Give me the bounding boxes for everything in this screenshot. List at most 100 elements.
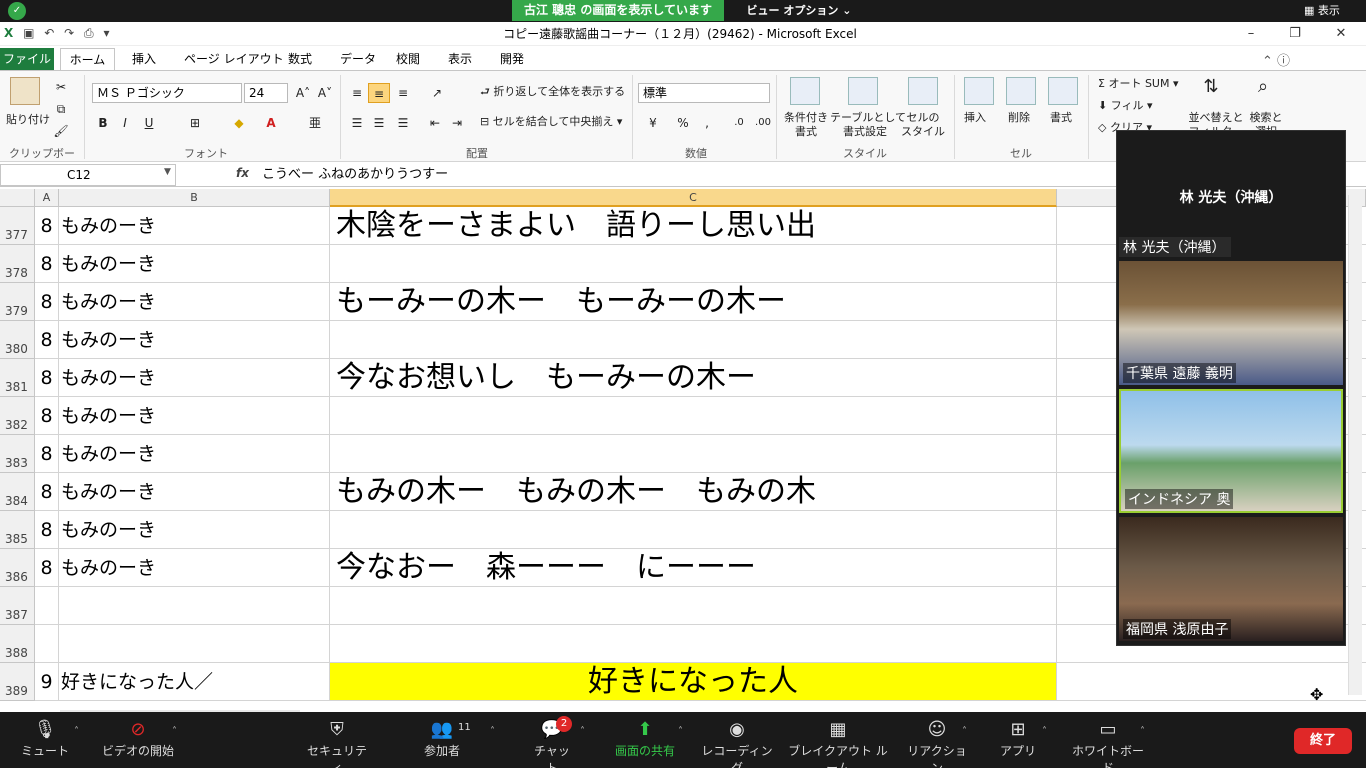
cell-b[interactable]: もみのーき [59, 245, 330, 283]
binoculars-icon[interactable]: ⌕ [1252, 77, 1274, 97]
bold-icon[interactable]: B [92, 113, 114, 133]
tab-developer[interactable]: 開発 [492, 48, 532, 70]
sort-filter-icon[interactable]: ⇅ [1200, 77, 1222, 97]
copy-icon[interactable]: ⧉ [50, 99, 72, 119]
cell-a[interactable]: 9 [35, 663, 59, 701]
chevron-up-icon[interactable]: ˄ [962, 726, 967, 737]
cell-b[interactable]: もみのーき [59, 207, 330, 245]
cell-a[interactable]: 8 [35, 511, 59, 549]
cell-c[interactable]: もみの木ー もみの木ー もみの木 [330, 473, 1057, 511]
end-meeting-button[interactable]: 終了 [1294, 728, 1352, 754]
increase-indent-icon[interactable]: ⇥ [446, 113, 468, 133]
decrease-indent-icon[interactable]: ⇤ [424, 113, 446, 133]
undo-icon[interactable]: ↶ [44, 22, 54, 44]
orientation-icon[interactable]: ↗ [426, 83, 448, 103]
format-cells-label[interactable]: 書式 [1050, 111, 1072, 125]
phonetic-icon[interactable]: 亜 [304, 113, 326, 133]
tab-formulas[interactable]: 数式 [280, 48, 320, 70]
chevron-up-icon[interactable]: ˄ [172, 726, 177, 737]
chevron-up-icon[interactable]: ˄ [74, 726, 79, 737]
row-number[interactable]: 383 [0, 435, 35, 473]
italic-icon[interactable]: I [114, 113, 136, 133]
conditional-format-icon[interactable] [790, 77, 820, 105]
cell-a[interactable]: 8 [35, 359, 59, 397]
row-number[interactable]: 382 [0, 397, 35, 435]
cell-b[interactable]: 好きになった人／ [59, 663, 330, 701]
delete-cells-icon[interactable] [1006, 77, 1036, 105]
tab-insert[interactable]: 挿入 [124, 48, 164, 70]
reactions-button[interactable]: ☺ リアクション [904, 718, 970, 768]
minimize-button[interactable]: – [1240, 24, 1262, 44]
cell-a[interactable]: 8 [35, 549, 59, 587]
save-icon[interactable]: ▣ [23, 22, 34, 44]
row-number[interactable]: 380 [0, 321, 35, 359]
tab-page-layout[interactable]: ページ レイアウト [176, 48, 292, 70]
cell-a[interactable]: 8 [35, 473, 59, 511]
vertical-scrollbar[interactable] [1348, 195, 1362, 695]
grow-font-icon[interactable]: A˄ [292, 83, 314, 103]
row-number[interactable]: 388 [0, 625, 35, 663]
align-bottom-icon[interactable]: ≡ [392, 83, 414, 103]
security-button[interactable]: ⛨ セキュリティ [304, 718, 370, 768]
cell-a[interactable]: 8 [35, 321, 59, 359]
increase-decimal-icon[interactable]: .0 [728, 113, 750, 133]
table-format-icon[interactable] [848, 77, 878, 105]
cell-b[interactable] [59, 587, 330, 625]
name-box-dropdown-icon[interactable]: ▼ [164, 167, 171, 177]
cell-a[interactable]: 8 [35, 207, 59, 245]
align-right-icon[interactable]: ☰ [392, 113, 414, 133]
underline-icon[interactable]: U [138, 113, 160, 133]
cell-style-label[interactable]: セルの スタイル [898, 111, 948, 139]
cell-b[interactable]: もみのーき [59, 321, 330, 359]
row-number[interactable]: 386 [0, 549, 35, 587]
fill-color-icon[interactable]: ◆ [228, 113, 250, 133]
cell-a[interactable]: 8 [35, 245, 59, 283]
help-icon[interactable]: ⌃ ⓘ [1262, 50, 1290, 69]
cell-b[interactable] [59, 625, 330, 663]
cell-b[interactable]: もみのーき [59, 511, 330, 549]
cell-style-icon[interactable] [908, 77, 938, 105]
restore-button[interactable]: ❐ [1284, 24, 1306, 44]
cell-b[interactable]: もみのーき [59, 397, 330, 435]
align-left-icon[interactable]: ☰ [346, 113, 368, 133]
paste-label[interactable]: 貼り付け [6, 113, 50, 127]
row-number[interactable]: 387 [0, 587, 35, 625]
border-icon[interactable]: ⊞ [184, 113, 206, 133]
row-number[interactable]: 379 [0, 283, 35, 321]
column-header-a[interactable]: A [35, 189, 59, 207]
redo-icon[interactable]: ↷ [64, 22, 74, 44]
name-box[interactable]: C12 [0, 164, 176, 186]
cell-c[interactable]: 今なお想いし もーみーの木ー [330, 359, 1057, 397]
cell-b[interactable]: もみのーき [59, 283, 330, 321]
cell-a[interactable]: 8 [35, 397, 59, 435]
conditional-format-label[interactable]: 条件付き 書式 [782, 111, 830, 139]
cell-c[interactable] [330, 321, 1057, 359]
view-options-button[interactable]: ビュー オプション ⌄ [744, 0, 854, 21]
format-painter-icon[interactable]: 🖌 [50, 121, 72, 141]
print-preview-icon[interactable]: ⎙ [84, 22, 94, 44]
insert-cells-icon[interactable] [964, 77, 994, 105]
cut-icon[interactable]: ✂ [50, 77, 72, 97]
font-name-select[interactable]: ＭＳ Ｐゴシック [92, 83, 242, 103]
cell-c[interactable] [330, 511, 1057, 549]
row-number[interactable]: 377 [0, 207, 35, 245]
number-format-select[interactable]: 標準 [638, 83, 770, 103]
breakout-rooms-button[interactable]: ▦ ブレイクアウト ルーム [784, 718, 892, 768]
tab-file[interactable]: ファイル [0, 48, 54, 70]
cell-c[interactable]: もーみーの木ー もーみーの木ー [330, 283, 1057, 321]
paste-icon[interactable] [10, 77, 40, 105]
chevron-up-icon[interactable]: ˄ [580, 726, 585, 737]
cell-c[interactable] [330, 625, 1057, 663]
tab-review[interactable]: 校閲 [388, 48, 428, 70]
chevron-up-icon[interactable]: ˄ [1042, 726, 1047, 737]
wrap-text-button[interactable]: ⮐ 折り返して全体を表示する [480, 85, 625, 99]
shield-icon[interactable]: ✓ [8, 2, 26, 20]
tab-home[interactable]: ホーム [60, 48, 115, 70]
cell-c[interactable] [330, 245, 1057, 283]
row-number[interactable]: 378 [0, 245, 35, 283]
close-button[interactable]: ✕ [1330, 24, 1352, 44]
row-number[interactable]: 384 [0, 473, 35, 511]
column-header-c[interactable]: C [330, 189, 1057, 207]
font-size-select[interactable]: 24 [244, 83, 288, 103]
fill-button[interactable]: ⬇ フィル ▾ [1098, 99, 1153, 113]
